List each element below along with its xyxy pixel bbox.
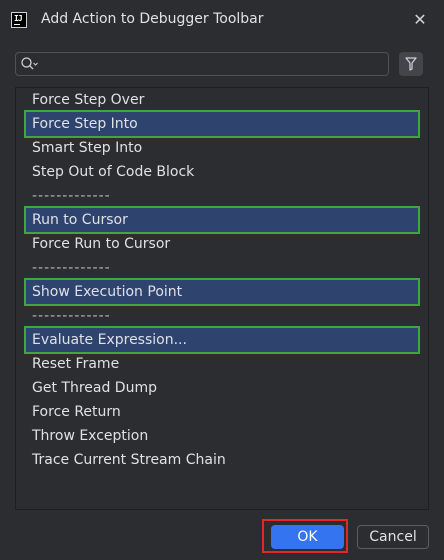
list-item[interactable]: Get Thread Dump [26, 376, 418, 400]
list-item[interactable]: Step Out of Code Block [26, 160, 418, 184]
list-item[interactable]: Throw Exception [26, 424, 418, 448]
title-bar: IJ Add Action to Debugger Toolbar ✕ [0, 0, 444, 40]
search-field[interactable] [15, 52, 389, 76]
list-item[interactable]: Force Return [26, 400, 418, 424]
intellij-icon: IJ [11, 12, 27, 28]
search-icon [21, 57, 38, 70]
list-item[interactable]: Run to Cursor [24, 206, 420, 234]
cancel-button[interactable]: Cancel [357, 525, 429, 549]
ok-button[interactable]: OK [271, 525, 344, 549]
list-item[interactable]: Force Run to Cursor [26, 232, 418, 256]
list-item[interactable]: Force Step Over [26, 88, 418, 112]
list-item[interactable]: Force Step Into [24, 110, 420, 138]
list-separator: ------------- [32, 260, 111, 276]
actions-list[interactable]: Force Step Over Force Step Into Smart Step… [15, 87, 429, 510]
filter-button[interactable] [399, 52, 423, 76]
search-input[interactable] [40, 55, 384, 75]
list-item[interactable]: Reset Frame [26, 352, 418, 376]
close-button[interactable]: ✕ [408, 8, 432, 32]
list-separator: ------------- [32, 308, 111, 324]
list-separator: ------------- [32, 188, 111, 204]
list-item[interactable]: Show Execution Point [24, 278, 420, 306]
filter-icon [405, 57, 417, 71]
list-item[interactable]: Evaluate Expression... [24, 326, 420, 354]
list-item[interactable]: Smart Step Into [26, 136, 418, 160]
dialog-title: Add Action to Debugger Toolbar [41, 11, 264, 27]
close-icon: ✕ [413, 10, 427, 29]
list-item[interactable]: Trace Current Stream Chain [26, 448, 418, 472]
